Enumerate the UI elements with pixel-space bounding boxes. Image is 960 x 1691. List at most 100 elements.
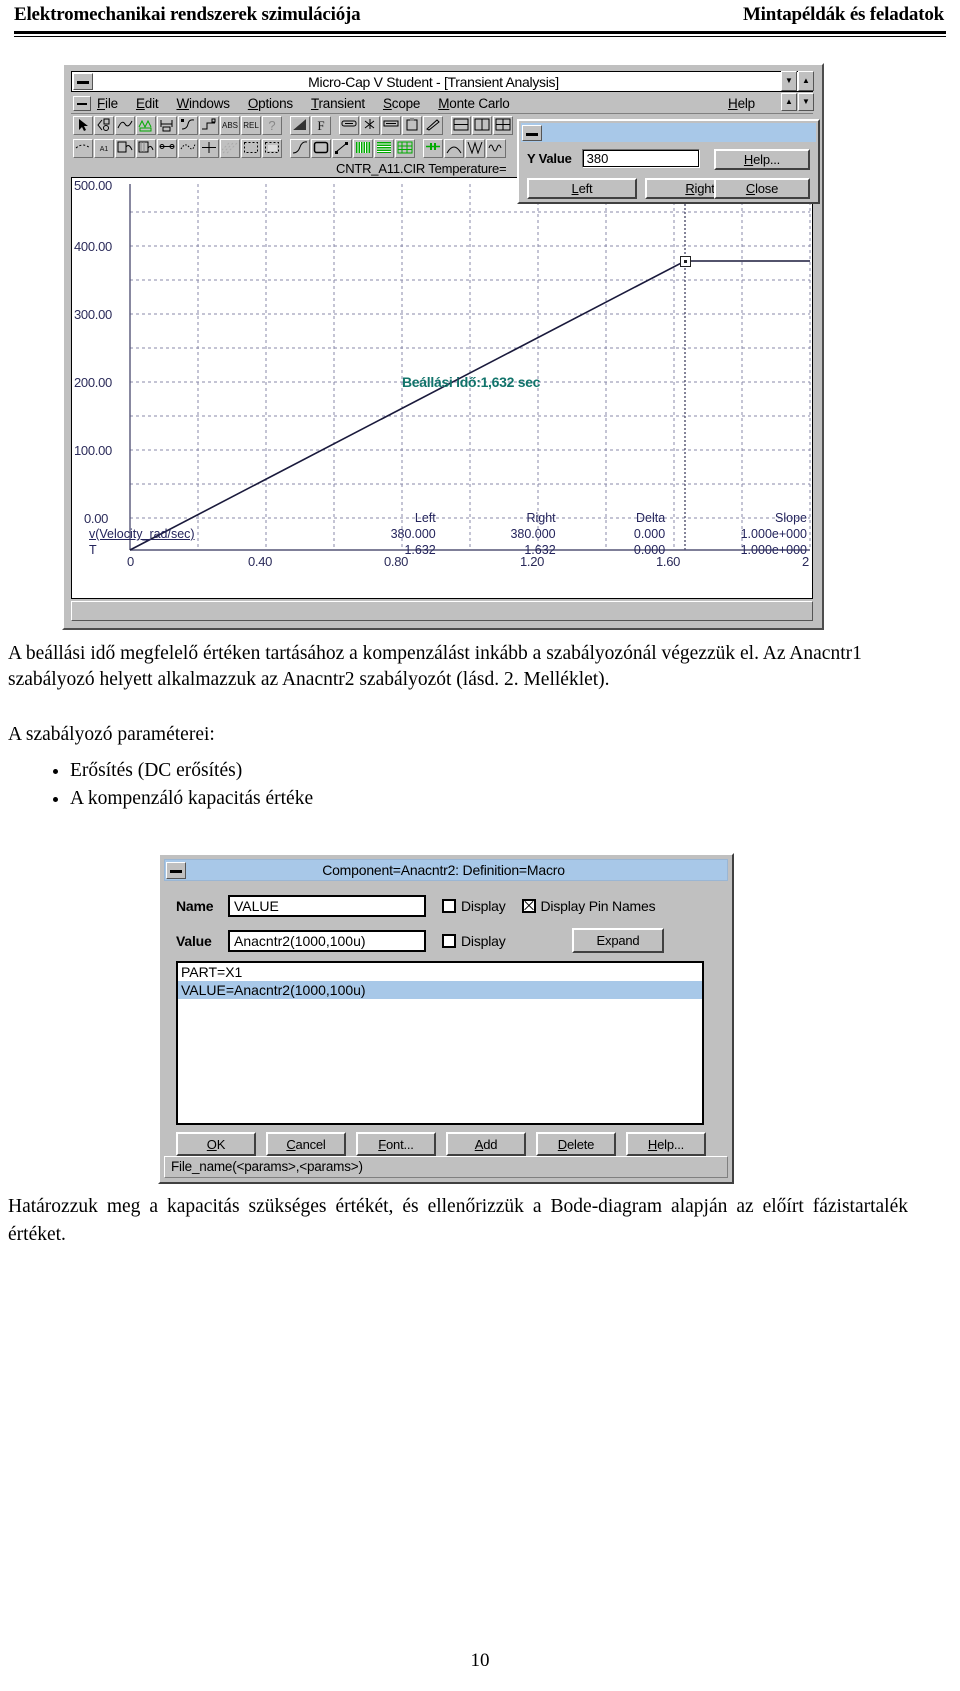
label-a1-icon[interactable]: A1: [94, 139, 114, 158]
menu-item-edit[interactable]: Edit: [136, 96, 159, 111]
scale-shapes-icon[interactable]: [94, 116, 114, 135]
y-value-window-menu-icon[interactable]: [522, 124, 542, 141]
help-button[interactable]: Help...: [626, 1132, 706, 1156]
waveform-icon[interactable]: [115, 116, 135, 135]
value-display-label: Display: [461, 933, 506, 949]
value-display-checkbox-wrap[interactable]: Display: [442, 933, 506, 949]
formula-f-icon[interactable]: F: [311, 116, 331, 135]
question-help-icon[interactable]: ?: [262, 116, 282, 135]
component-definition-dialog: Component=Anacntr2: Definition=Macro Nam…: [158, 853, 734, 1184]
doc-restore-icon[interactable]: ▲: [781, 93, 797, 111]
readout-row-0-name[interactable]: v(Velocity_rad/sec): [71, 526, 325, 542]
menu-item-windows[interactable]: Windows: [176, 96, 230, 111]
valley-curve-icon[interactable]: [465, 139, 485, 158]
menu-item-options[interactable]: Options: [248, 96, 293, 111]
document-menu-icon[interactable]: [73, 95, 91, 111]
name-input[interactable]: VALUE: [228, 895, 426, 917]
header-title-right: Mintapéldák és feladatok: [742, 4, 944, 25]
microcap-title-bar[interactable]: Micro-Cap V Student - [Transient Analysi…: [71, 71, 813, 92]
header-divider: [14, 31, 946, 37]
scissors-cut-icon[interactable]: [360, 116, 380, 135]
window-menu-icon[interactable]: [73, 73, 93, 90]
line-points-icon[interactable]: [332, 139, 352, 158]
peak-curve-icon[interactable]: [444, 139, 464, 158]
y-value-dialog: Y Value 380 HHelp...elp... Left Right Cl…: [517, 119, 820, 204]
display-pin-names-checkbox[interactable]: [521, 899, 536, 913]
menu-item-help[interactable]: Help: [728, 96, 755, 111]
font-button[interactable]: Font...: [356, 1132, 436, 1156]
y-value-left-button[interactable]: Left: [527, 178, 637, 199]
dotted-waveform-icon[interactable]: [178, 139, 198, 158]
menu-item-scope[interactable]: Scope: [383, 96, 420, 111]
copy-strip-icon[interactable]: [381, 116, 401, 135]
minimize-icon[interactable]: ▼: [781, 71, 797, 91]
crosshair-icon[interactable]: [199, 139, 219, 158]
rel-button[interactable]: REL: [241, 116, 261, 135]
grid-waveform-icon[interactable]: [136, 139, 156, 158]
cursor-handle[interactable]: [680, 256, 691, 267]
name-label: Name: [176, 898, 214, 914]
dashed-rect-fill-icon[interactable]: [262, 139, 282, 158]
readout-row-1-name: T: [89, 543, 97, 557]
display-pin-names-checkbox-wrap[interactable]: Display Pin Names: [521, 898, 656, 914]
dimension-line-icon[interactable]: [157, 139, 177, 158]
rounded-box-icon[interactable]: [311, 139, 331, 158]
microcap-menu-bar[interactable]: File Edit Windows Options Transient Scop…: [71, 93, 813, 114]
maximize-icon[interactable]: ▲: [798, 71, 814, 91]
gradient-fill-icon[interactable]: [290, 116, 310, 135]
abs-button[interactable]: ABS: [220, 116, 240, 135]
value-display-checkbox[interactable]: [442, 934, 456, 948]
cancel-button[interactable]: Cancel: [266, 1132, 346, 1156]
waveform-box-icon[interactable]: [115, 139, 135, 158]
damped-wave-icon[interactable]: [486, 139, 506, 158]
pencil-draw-icon[interactable]: [423, 116, 443, 135]
split-vertical-icon[interactable]: [472, 116, 492, 135]
value-label: Value: [176, 933, 212, 949]
y-value-help-button[interactable]: HHelp...elp...: [714, 149, 810, 170]
grid-green-icon[interactable]: [395, 139, 415, 158]
paste-clipboard-icon[interactable]: [402, 116, 422, 135]
menubar-window-buttons[interactable]: ▲ ▼: [781, 93, 814, 111]
step-function-icon[interactable]: [199, 116, 219, 135]
axis-markers-green-icon[interactable]: [423, 139, 443, 158]
readout-row-1-delta: 0.000: [633, 543, 666, 557]
dashed-rect-icon[interactable]: [241, 139, 261, 158]
split-quad-icon[interactable]: [493, 116, 513, 135]
y-value-dialog-titlebar[interactable]: [521, 123, 816, 142]
y-value-input[interactable]: 380: [581, 149, 700, 168]
add-button[interactable]: Add: [446, 1132, 526, 1156]
macro-definition-textarea[interactable]: PART=X1 VALUE=Anacntr2(1000,100u): [176, 961, 704, 1125]
select-arrow-icon[interactable]: [73, 116, 93, 135]
vertical-bars-green-icon[interactable]: [353, 139, 373, 158]
curve-point-icon[interactable]: [178, 116, 198, 135]
split-horizontal-icon[interactable]: [451, 116, 471, 135]
doc-minimize-icon[interactable]: ▼: [798, 93, 814, 111]
component-window-menu-icon[interactable]: [166, 861, 186, 879]
peaks-green-icon[interactable]: [136, 116, 156, 135]
expand-button[interactable]: Expand: [572, 928, 664, 953]
name-display-checkbox[interactable]: [442, 899, 456, 913]
value-input[interactable]: Anacntr2(1000,100u): [228, 930, 426, 952]
horizontal-arrows-icon[interactable]: [339, 116, 359, 135]
component-dialog-footer: File_name(<params>,<params>): [164, 1156, 728, 1178]
menu-item-transient[interactable]: Transient: [311, 96, 365, 111]
readout-header-slope: Slope: [775, 511, 807, 525]
titlebar-window-buttons[interactable]: ▼ ▲: [781, 71, 814, 91]
y-value-close-button[interactable]: Close: [714, 178, 810, 199]
name-display-checkbox-wrap[interactable]: Display: [442, 898, 506, 914]
menu-item-file[interactable]: File: [97, 96, 118, 111]
measure-width-icon[interactable]: [157, 116, 177, 135]
hatch-pattern-icon[interactable]: [220, 139, 240, 158]
list-item: A kompenzáló kapacitás értéke: [70, 785, 313, 813]
horizontal-bars-green-icon[interactable]: [374, 139, 394, 158]
ok-button[interactable]: OK: [176, 1132, 256, 1156]
settling-time-annotation: Beállási idő:1,632 sec: [402, 374, 541, 390]
table-row: T 1.632 1.632 0.000 1.000e+000: [71, 542, 813, 558]
component-dialog-titlebar[interactable]: Component=Anacntr2: Definition=Macro: [164, 859, 728, 881]
menu-item-monte-carlo[interactable]: Monte Carlo: [438, 96, 510, 111]
dotted-arc-icon[interactable]: [73, 139, 93, 158]
paragraph-2: A szabályozó paraméterei:: [8, 724, 215, 745]
smooth-curve-icon[interactable]: [290, 139, 310, 158]
delete-button[interactable]: Delete: [536, 1132, 616, 1156]
component-dialog-button-row: OK Cancel Font... Add Delete Help...: [176, 1132, 706, 1156]
